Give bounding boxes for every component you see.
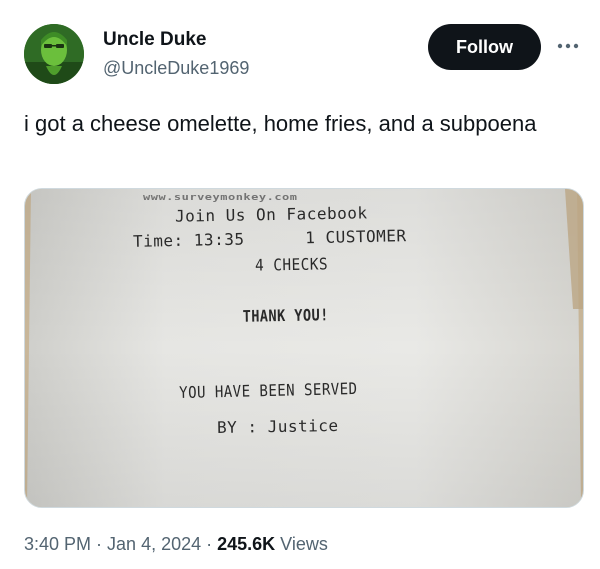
meta-separator: ·	[91, 534, 108, 554]
avatar-image	[24, 24, 84, 84]
meta-separator: ·	[201, 534, 218, 554]
receipt-url-line: www.surveymonkey.com	[143, 192, 298, 202]
author-name[interactable]: Uncle Duke	[103, 29, 206, 51]
more-options-button[interactable]	[553, 34, 583, 58]
follow-button[interactable]: Follow	[428, 24, 541, 70]
tweet-meta: 3:40 PM · Jan 4, 2024 · 245.6K Views	[24, 534, 328, 555]
tweet-time[interactable]: 3:40 PM	[24, 534, 91, 554]
receipt-served-line: YOU HAVE BEEN SERVED	[178, 378, 358, 403]
receipt-justice-line: BY : Justice	[216, 415, 339, 438]
views-count[interactable]: 245.6K	[217, 534, 275, 554]
tweet-text: i got a cheese omelette, home fries, and…	[24, 111, 537, 136]
avatar[interactable]	[24, 24, 84, 84]
receipt-join-line: Join Us On Facebook	[174, 203, 368, 226]
more-options-icon	[557, 43, 579, 49]
receipt-thanks-line: THANK YOU!	[242, 305, 329, 326]
author-handle[interactable]: @UncleDuke1969	[103, 58, 249, 79]
views-label: Views	[275, 534, 328, 554]
tweet-media-photo[interactable]: www.surveymonkey.com Join Us On Facebook…	[24, 188, 584, 508]
tweet-date[interactable]: Jan 4, 2024	[107, 534, 201, 554]
receipt-checks-line: 4 CHECKS	[254, 254, 329, 275]
tweet-card: Uncle Duke @UncleDuke1969 Follow i got a…	[0, 0, 600, 569]
